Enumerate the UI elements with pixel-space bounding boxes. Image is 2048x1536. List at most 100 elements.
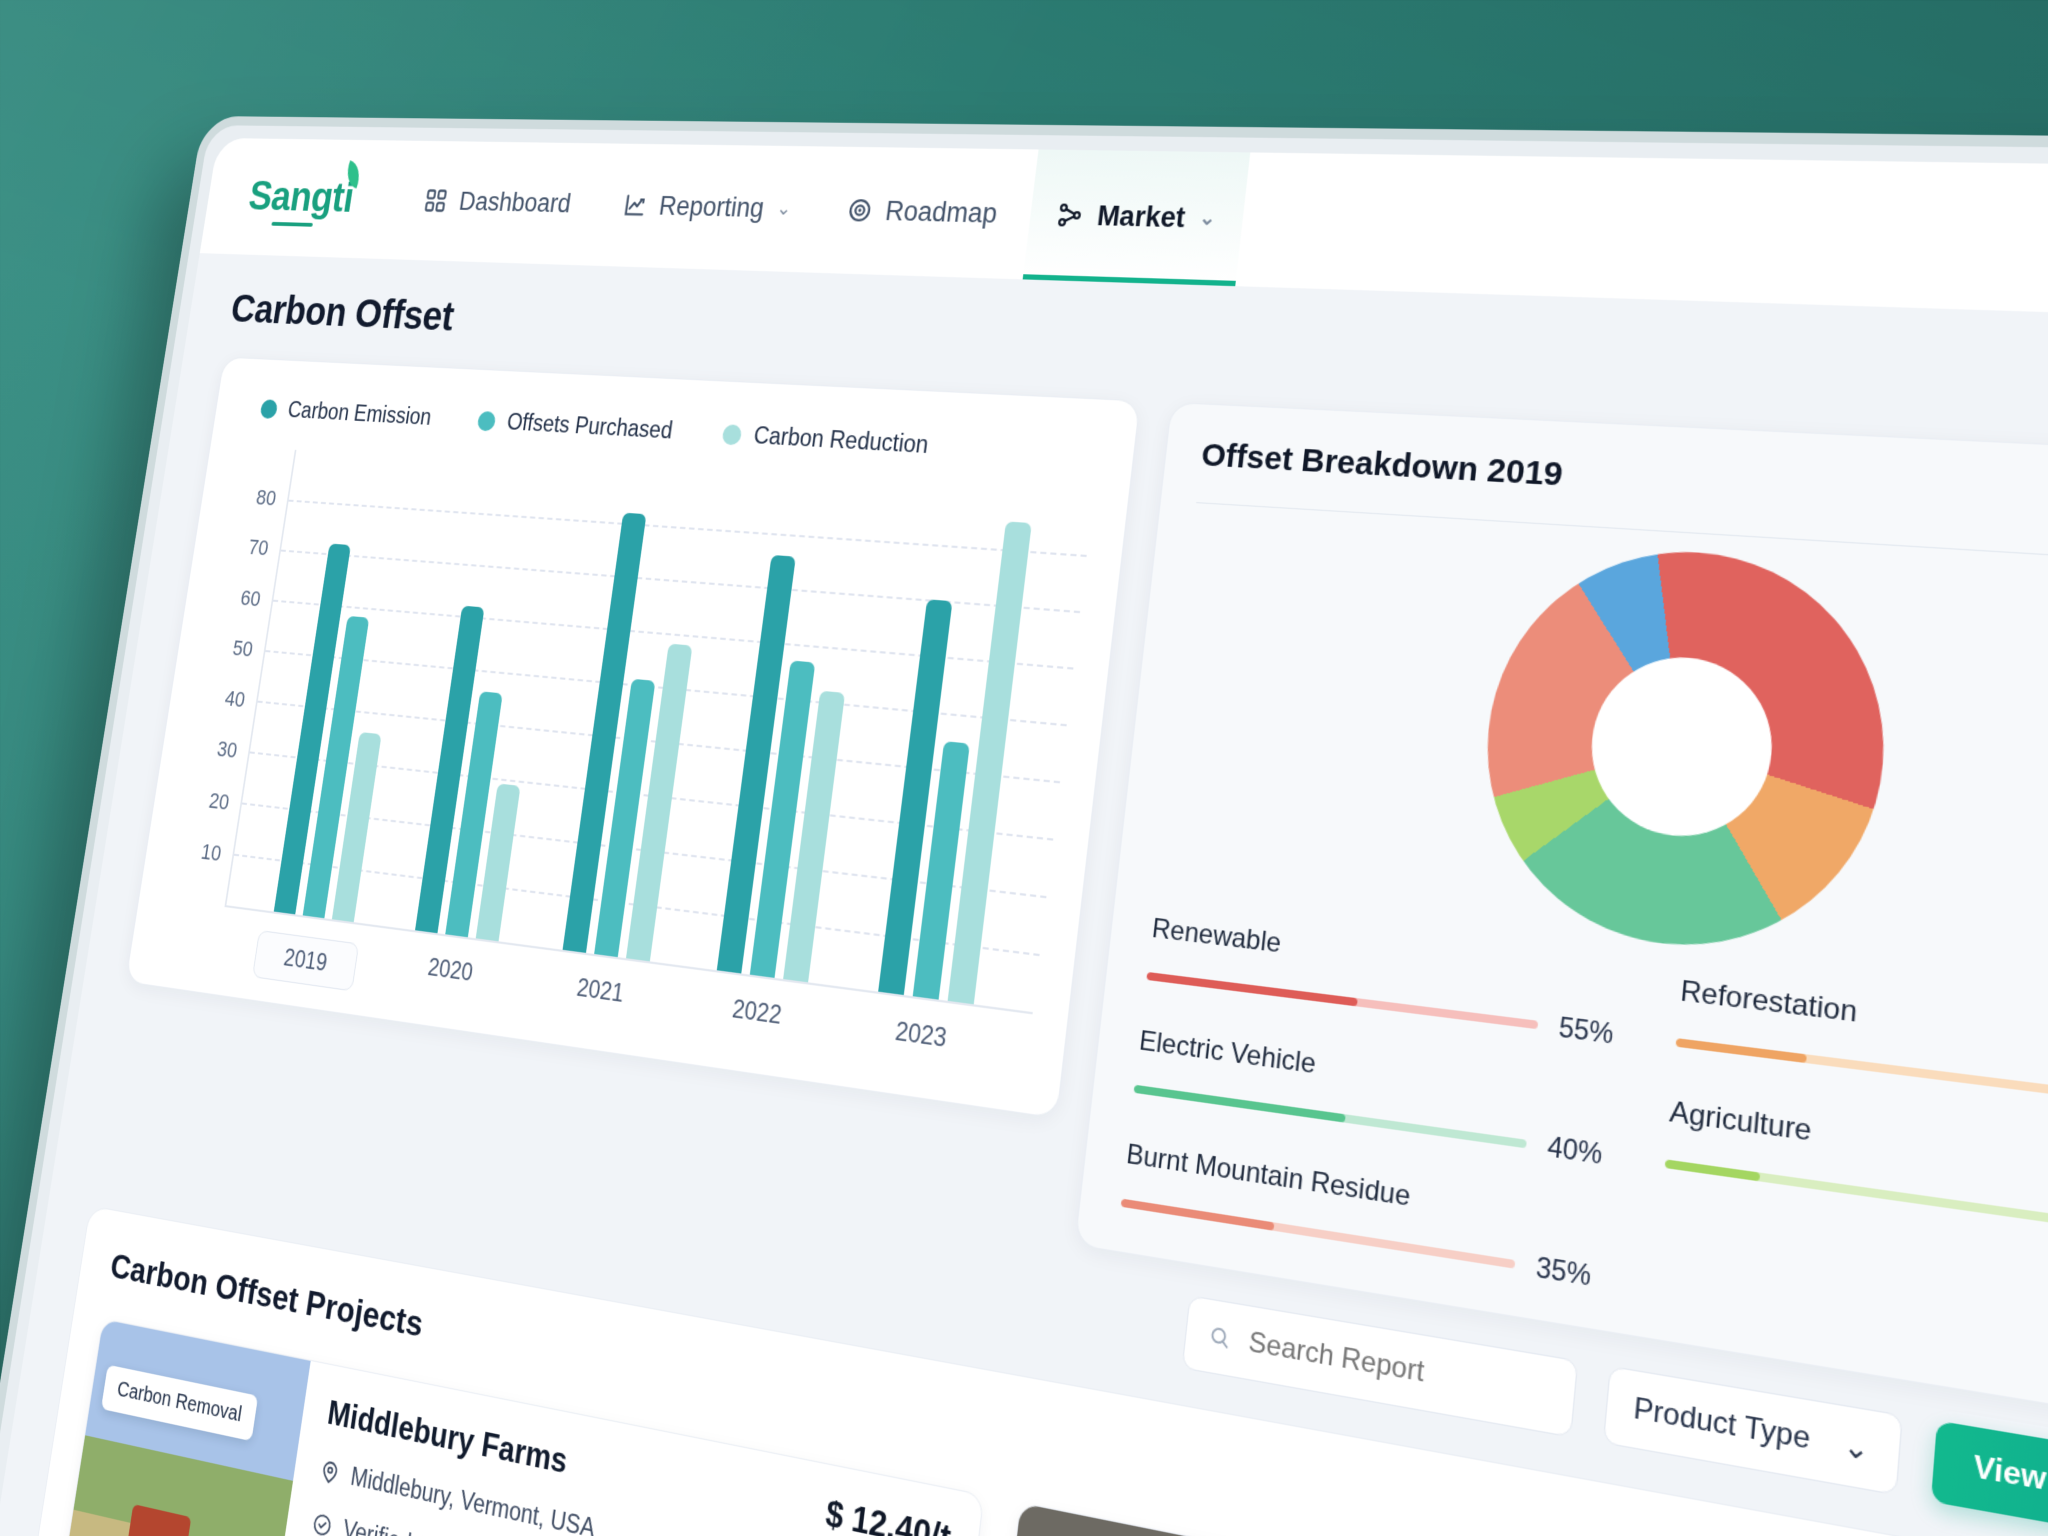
perspective-stage: Sangti Dashboard Reporting ⌄ Roadmap Mar…	[0, 0, 2048, 1536]
leaf-icon	[341, 160, 366, 189]
project-card[interactable]: Carbon AvoidanceGrotegut Dairy FarmNewto…	[978, 1501, 2048, 1536]
chevron-down-icon: ⌄	[1842, 1427, 1871, 1468]
nav-item-roadmap[interactable]: Roadmap	[814, 147, 1030, 280]
x-axis-labels: 2019 2020 2021 2022 2023	[214, 925, 1030, 1088]
donut-chart[interactable]	[1469, 540, 1899, 967]
nodes-icon	[1054, 200, 1085, 230]
breakdown-legend: Renewable 55% Reforestation20% Electric Veh…	[1115, 906, 2048, 1394]
legend-label: Offsets Purchased	[505, 408, 675, 444]
search-input[interactable]	[1246, 1325, 1551, 1412]
x-tick-label[interactable]: 2021	[541, 969, 657, 1034]
x-tick-label[interactable]: 2022	[695, 990, 816, 1057]
breakdown-legend-bar-row: 35%	[1119, 1187, 1612, 1296]
x-tick-label[interactable]: 2020	[394, 949, 505, 1012]
page-body: Carbon Offset Carbon Emission Offsets Pu…	[0, 253, 2048, 1536]
y-tick-label: 50	[231, 635, 255, 662]
grid-icon	[423, 187, 450, 214]
bar[interactable]	[749, 660, 816, 978]
bar[interactable]	[947, 521, 1032, 1005]
project-photo: Carbon Avoidance	[979, 1503, 1294, 1536]
bar-group	[878, 490, 1035, 1005]
view-purchases-button[interactable]: View Purchases	[1930, 1420, 2048, 1536]
breakdown-percent: 35%	[1534, 1251, 1593, 1292]
verified-check-icon	[310, 1509, 335, 1536]
x-tick-label[interactable]: 2019	[252, 930, 360, 992]
project-tag: Carbon Removal	[100, 1364, 259, 1442]
bar[interactable]	[415, 605, 485, 934]
breakdown-legend-label: Agriculture	[1668, 1095, 1813, 1148]
projects-section: Carbon Offset Projects Carbon Removal Mid…	[17, 1205, 2048, 1536]
breakdown-legend-bar-row: 55%	[1145, 961, 1634, 1054]
bar[interactable]	[625, 643, 693, 962]
nav-item-market[interactable]: Market ⌄	[1022, 149, 1250, 287]
legend-swatch	[721, 423, 743, 445]
project-photo: Carbon Removal	[55, 1319, 311, 1536]
bar[interactable]	[716, 554, 796, 974]
breakdown-legend-label: Reforestation	[1679, 974, 1859, 1030]
chart-line-icon	[621, 191, 649, 219]
emissions-chart-card: Carbon Emission Offsets Purchased Carbon…	[125, 356, 1141, 1119]
bar[interactable]	[783, 690, 846, 983]
bar-group	[273, 453, 423, 923]
legend-item-carbon-emission[interactable]: Carbon Emission	[259, 395, 433, 430]
breakdown-progress-fill	[1120, 1198, 1275, 1231]
bar-group	[415, 461, 566, 942]
target-icon	[845, 196, 875, 225]
chevron-down-icon: ⌄	[775, 197, 793, 220]
legend-swatch	[259, 398, 279, 419]
y-tick-label: 30	[215, 736, 239, 764]
project-grid: Carbon Removal Middlebury Farms Middlebury…	[54, 1318, 2048, 1536]
search-box[interactable]	[1181, 1295, 1578, 1438]
gridline	[233, 853, 1040, 957]
bar[interactable]	[445, 691, 503, 938]
chevron-down-icon: ⌄	[1197, 207, 1217, 230]
location-pin-icon	[318, 1457, 343, 1487]
barn-photo	[979, 1503, 1294, 1536]
project-card[interactable]: Carbon Removal Middlebury Farms Middlebury…	[54, 1318, 985, 1536]
projects-title: Carbon Offset Projects	[107, 1246, 426, 1346]
divider	[1196, 502, 2048, 570]
bar[interactable]	[475, 783, 521, 942]
breakdown-progress-fill	[1664, 1159, 1761, 1182]
project-name: Middlebury Farms	[325, 1393, 570, 1481]
bar[interactable]	[878, 599, 953, 996]
nav-item-reporting[interactable]: Reporting ⌄	[591, 143, 823, 272]
bar[interactable]	[331, 731, 382, 923]
legend-item-carbon-reduction[interactable]: Carbon Reduction	[721, 420, 930, 459]
bar-groups	[226, 450, 1093, 1012]
gridlines	[233, 450, 1093, 957]
y-tick-label: 20	[207, 787, 232, 815]
gridline	[280, 549, 1081, 614]
app-screen: Sangti Dashboard Reporting ⌄ Roadmap Mar…	[0, 137, 2048, 1536]
breakdown-legend-item: Agriculture10%	[1664, 1095, 2048, 1260]
y-tick-label: 70	[246, 535, 271, 561]
gridline	[249, 751, 1054, 841]
bar[interactable]	[562, 512, 647, 953]
bar[interactable]	[302, 616, 370, 919]
view-purchases-label: View Purchases	[1971, 1449, 2048, 1528]
nav-item-label: Market	[1095, 199, 1187, 234]
gridline	[241, 802, 1047, 899]
bar-group	[562, 470, 716, 962]
gridline	[288, 499, 1087, 558]
product-type-select[interactable]: Product Type ⌄	[1602, 1365, 1903, 1496]
project-standard: Verified Carbon Standard	[310, 1508, 936, 1536]
project-right: $ 12.40/tBuy Offset	[760, 1483, 952, 1536]
breakdown-legend-item: Electric Vehicle 40%	[1132, 1025, 1627, 1174]
nav-item-dashboard[interactable]: Dashboard	[394, 141, 601, 266]
search-icon	[1206, 1321, 1232, 1353]
legend-label: Carbon Reduction	[752, 421, 930, 459]
logo[interactable]: Sangti	[246, 160, 366, 227]
bar[interactable]	[594, 678, 656, 958]
breakdown-progress-track	[1133, 1084, 1527, 1149]
navbar: Sangti Dashboard Reporting ⌄ Roadmap Mar…	[199, 137, 2048, 324]
main-row: Carbon Emission Offsets Purchased Carbon…	[109, 356, 2048, 1441]
project-body: Middlebury Farms Middlebury, Vermont, USA…	[264, 1361, 983, 1536]
bar[interactable]	[273, 543, 351, 915]
x-tick-label[interactable]: 2023	[857, 1012, 983, 1081]
breakdown-legend-bar-row: 10%	[1664, 1147, 2048, 1261]
breakdown-legend-label: Electric Vehicle	[1137, 1025, 1318, 1081]
bar[interactable]	[912, 741, 970, 1000]
legend-item-offsets-purchased[interactable]: Offsets Purchased	[476, 407, 674, 444]
breakdown-progress-track	[1120, 1198, 1516, 1269]
